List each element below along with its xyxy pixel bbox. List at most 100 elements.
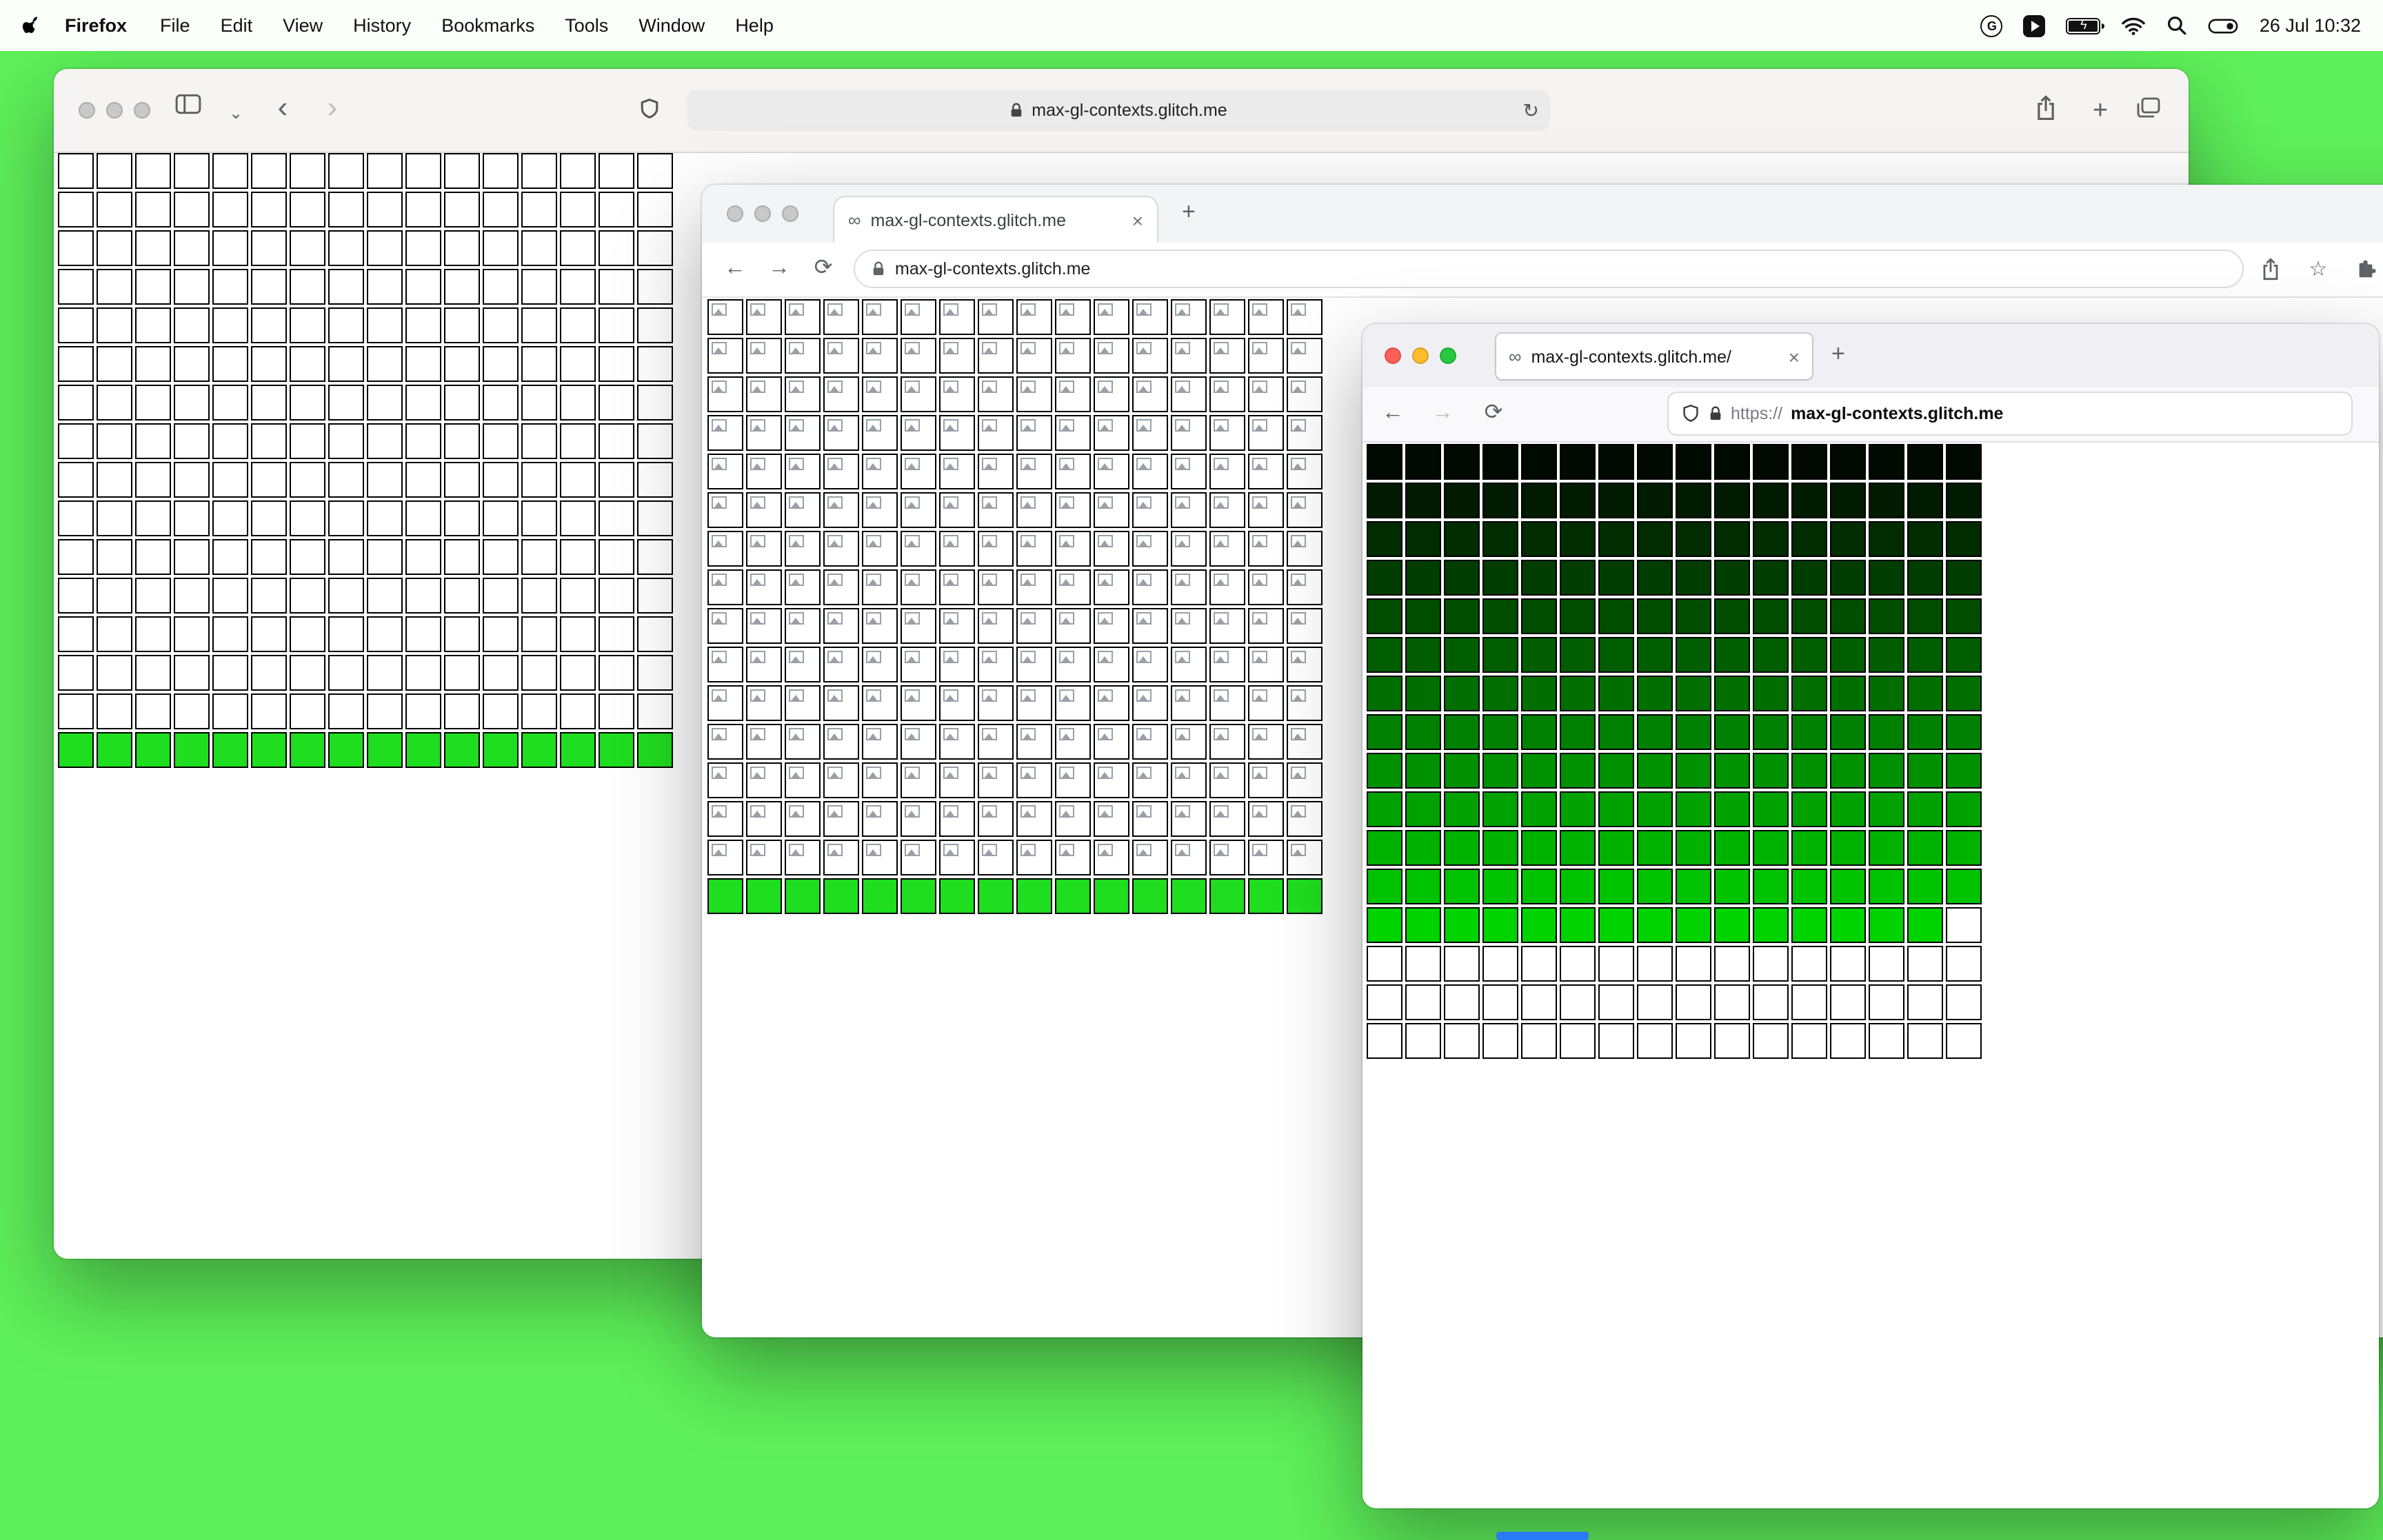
broken-image-icon [712,496,727,509]
canvas-cell [1830,1023,1866,1059]
minimize-window-button[interactable] [754,205,771,222]
menu-view[interactable]: View [283,15,323,36]
canvas-cell [707,647,743,682]
canvas-cell [1444,907,1480,943]
broken-image-icon [1214,303,1229,316]
broken-image-icon [1291,689,1306,702]
new-tab-button[interactable]: + [1831,341,1845,368]
canvas-cell [939,531,975,567]
minimize-window-button[interactable] [106,102,123,119]
forward-button[interactable]: › [316,91,349,124]
back-button[interactable]: ← [1376,397,1409,430]
broken-image-icon [1136,303,1152,316]
chevron-down-icon[interactable]: ⌄ [219,97,252,130]
reload-button[interactable]: ⟳ [1477,397,1510,430]
broken-image-icon [1098,458,1113,470]
forward-button[interactable]: → [1426,397,1459,430]
canvas-cell [521,578,557,614]
canvas-cell [1132,801,1168,837]
canvas-cell [483,578,519,614]
minimize-window-button[interactable] [1412,347,1429,364]
canvas-cell [862,299,898,335]
menu-edit[interactable]: Edit [221,15,253,36]
canvas-cell [1132,647,1168,682]
canvas-cell [1676,907,1711,943]
canvas-cell [1482,521,1518,557]
canvas-cell [1171,801,1207,837]
battery-icon[interactable]: ϟ [2066,17,2105,34]
canvas-cell [1016,492,1052,528]
broken-image-icon [1214,651,1229,663]
zoom-window-button[interactable] [1440,347,1456,364]
canvas-cell [1830,714,1866,750]
share-icon[interactable] [2034,95,2058,121]
wifi-icon[interactable] [2122,16,2146,35]
bookmark-star-icon[interactable]: ☆ [2302,252,2335,285]
address-bar[interactable]: https:// max-gl-contexts.glitch.me [1669,393,2351,434]
broken-image-icon [712,535,727,547]
extensions-puzzle-icon[interactable] [2349,252,2382,285]
menu-bookmarks[interactable]: Bookmarks [441,15,534,36]
canvas-cell [1405,560,1441,596]
address-bar[interactable]: max-gl-contexts.glitch.me [854,250,2244,288]
broken-image-icon [1175,805,1190,818]
forward-button[interactable]: → [763,252,796,285]
menu-tools[interactable]: Tools [565,15,608,36]
tab-close-icon[interactable]: × [1132,209,1143,231]
menu-window[interactable]: Window [639,15,705,36]
canvas-cell [560,500,596,536]
canvas-cell [367,230,403,266]
tab-overview-icon[interactable] [2136,97,2161,119]
broken-image-icon [750,574,765,586]
address-bar[interactable]: max-gl-contexts.glitch.me ↻ [687,90,1550,131]
broken-image-icon [1020,419,1036,432]
canvas-cell [328,655,364,691]
canvas-cell [135,655,171,691]
menu-file[interactable]: File [160,15,190,36]
canvas-cell [58,500,94,536]
share-icon[interactable] [2253,252,2286,285]
tab-close-icon[interactable]: × [1789,345,1800,367]
new-tab-button[interactable]: + [1182,199,1196,226]
canvas-cell [1248,685,1284,721]
broken-image-icon [1020,574,1036,586]
canvas-cell [367,153,403,189]
canvas-cell [1753,483,1789,518]
browser-tab[interactable]: ∞ max-gl-contexts.glitch.me × [833,196,1158,243]
active-app-name[interactable]: Firefox [65,15,127,36]
canvas-cell [1055,492,1091,528]
canvas-cell [1521,946,1557,982]
reload-button[interactable]: ⟳ [807,252,840,285]
canvas-cell [290,655,325,691]
close-window-button[interactable] [1385,347,1401,364]
apple-menu-icon[interactable] [22,15,43,36]
back-button[interactable]: ← [718,252,752,285]
canvas-cell [367,732,403,768]
canvas-cell [1248,376,1284,412]
sidebar-icon[interactable] [175,94,201,114]
grammarly-icon[interactable]: G [1980,14,2003,37]
broken-image-icon [943,612,958,625]
back-button[interactable]: ‹ [266,91,299,124]
close-window-button[interactable] [79,102,95,119]
reload-icon[interactable]: ↻ [1523,99,1539,122]
menu-help[interactable]: Help [735,15,774,36]
control-center-icon[interactable] [2209,17,2239,34]
search-icon[interactable] [2167,15,2188,36]
privacy-shield-icon[interactable] [639,98,661,120]
canvas-cell [135,500,171,536]
canvas-cell [251,346,287,382]
canvas-cell [1598,869,1634,904]
new-tab-button[interactable]: + [2084,94,2117,127]
zoom-window-button[interactable] [782,205,798,222]
canvas-cell [328,385,364,421]
zoom-window-button[interactable] [134,102,150,119]
browser-tab[interactable]: ∞ max-gl-contexts.glitch.me/ × [1496,334,1812,379]
close-window-button[interactable] [727,205,743,222]
menu-bar-clock[interactable]: 26 Jul 10:32 [2260,15,2361,36]
now-playing-icon[interactable] [2023,14,2046,37]
canvas-cell [251,693,287,729]
menu-history[interactable]: History [353,15,411,36]
broken-image-icon [866,381,881,393]
canvas-cell [1016,338,1052,374]
